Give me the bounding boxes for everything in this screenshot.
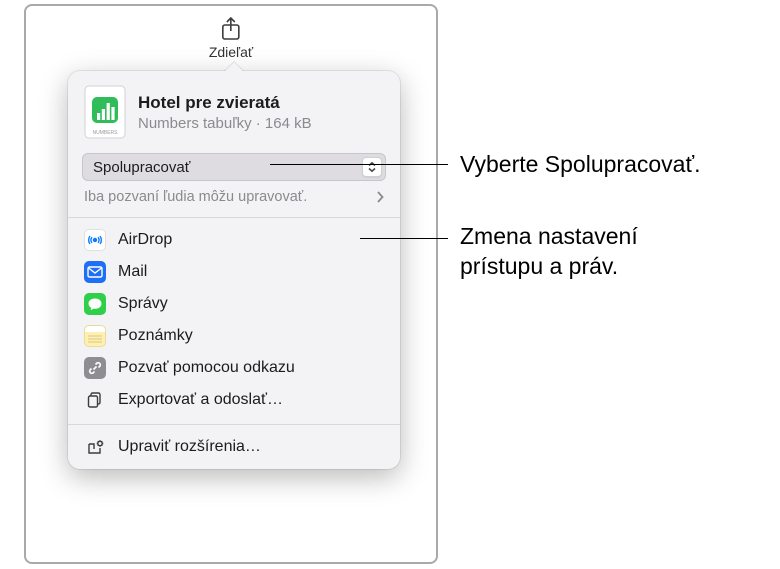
menu-item-invite-link[interactable]: Pozvať pomocou odkazu: [68, 352, 400, 384]
chevron-right-icon: [376, 191, 384, 203]
permissions-row[interactable]: Iba pozvaní ľudia môžu upravovať.: [82, 187, 386, 213]
callout-text-1: Vyberte Spolupracovať.: [460, 150, 700, 180]
menu-item-label: Upraviť rozšírenia…: [118, 438, 261, 456]
menu-item-label: Exportovať a odoslať…: [118, 391, 283, 409]
share-popover: NUMBERS Hotel pre zvieratá Numbers tabuľ…: [68, 71, 400, 469]
collaborate-mode-select[interactable]: Spolupracovať: [82, 153, 386, 181]
popover-header: NUMBERS Hotel pre zvieratá Numbers tabuľ…: [68, 79, 400, 149]
menu-item-label: Poznámky: [118, 327, 193, 345]
notes-icon: [84, 325, 106, 347]
share-toolbar-button[interactable]: Zdieľať: [209, 16, 253, 60]
extensions-icon: [84, 436, 106, 458]
menu-item-messages[interactable]: Správy: [68, 288, 400, 320]
numbers-document-icon: NUMBERS: [84, 85, 126, 139]
link-icon: [84, 357, 106, 379]
divider: [68, 217, 400, 218]
airdrop-icon: [84, 229, 106, 251]
share-toolbar-label: Zdieľať: [209, 44, 253, 60]
permissions-text: Iba pozvaní ľudia môžu upravovať.: [84, 189, 307, 205]
share-icon: [219, 16, 243, 42]
extensions-menu-list: Upraviť rozšírenia…: [68, 427, 400, 467]
menu-item-airdrop[interactable]: AirDrop: [68, 224, 400, 256]
menu-item-edit-extensions[interactable]: Upraviť rozšírenia…: [68, 431, 400, 463]
updown-caret-icon: [362, 157, 382, 177]
export-send-icon: [84, 389, 106, 411]
document-title: Hotel pre zvieratá: [138, 93, 312, 113]
messages-icon: [84, 293, 106, 315]
menu-item-export-send[interactable]: Exportovať a odoslať…: [68, 384, 400, 416]
menu-item-label: Pozvať pomocou odkazu: [118, 359, 295, 377]
callout-line: [270, 164, 448, 165]
app-window-frame: Zdieľať NUMBERS Hotel pre zvieratá Numbe…: [24, 4, 438, 564]
collaborate-mode-value: Spolupracovať: [93, 159, 190, 176]
svg-text:NUMBERS: NUMBERS: [92, 130, 118, 136]
menu-item-mail[interactable]: Mail: [68, 256, 400, 288]
divider: [68, 424, 400, 425]
callout-text-2: Zmena nastavení prístupu a práv.: [460, 222, 700, 282]
document-subtitle: Numbers tabuľky · 164 kB: [138, 115, 312, 132]
menu-item-label: AirDrop: [118, 231, 172, 249]
mail-icon: [84, 261, 106, 283]
menu-item-label: Mail: [118, 263, 147, 281]
callout-line: [360, 238, 448, 239]
share-menu-list: AirDrop Mail Správy: [68, 220, 400, 420]
menu-item-notes[interactable]: Poznámky: [68, 320, 400, 352]
menu-item-label: Správy: [118, 295, 168, 313]
